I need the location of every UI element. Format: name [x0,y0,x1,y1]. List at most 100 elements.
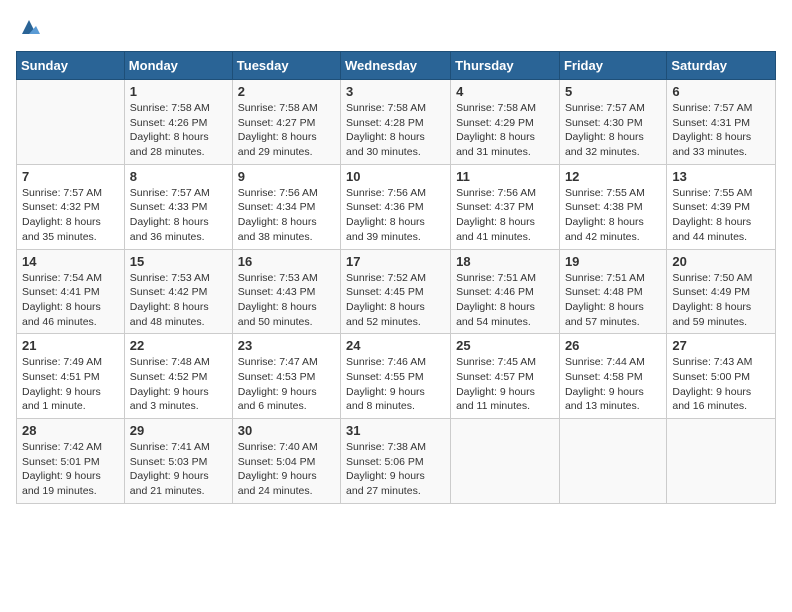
day-number: 2 [238,84,335,99]
calendar-cell: 7 Sunrise: 7:57 AM Sunset: 4:32 PM Daylig… [17,164,125,249]
day-detail: Sunrise: 7:51 AM Sunset: 4:46 PM Dayligh… [456,271,554,330]
calendar-cell: 21 Sunrise: 7:49 AM Sunset: 4:51 PM Dayli… [17,334,125,419]
header-cell-wednesday: Wednesday [341,52,451,80]
calendar-cell: 18 Sunrise: 7:51 AM Sunset: 4:46 PM Dayli… [451,249,560,334]
logo-icon [18,16,40,38]
day-detail: Sunrise: 7:57 AM Sunset: 4:32 PM Dayligh… [22,186,119,245]
day-number: 17 [346,254,445,269]
calendar-cell: 23 Sunrise: 7:47 AM Sunset: 4:53 PM Dayli… [232,334,340,419]
calendar-cell: 16 Sunrise: 7:53 AM Sunset: 4:43 PM Dayli… [232,249,340,334]
day-detail: Sunrise: 7:43 AM Sunset: 5:00 PM Dayligh… [672,355,770,414]
day-number: 15 [130,254,227,269]
day-number: 3 [346,84,445,99]
calendar-cell: 11 Sunrise: 7:56 AM Sunset: 4:37 PM Dayli… [451,164,560,249]
calendar-cell [17,80,125,165]
calendar-cell: 2 Sunrise: 7:58 AM Sunset: 4:27 PM Daylig… [232,80,340,165]
day-detail: Sunrise: 7:57 AM Sunset: 4:30 PM Dayligh… [565,101,661,160]
header-cell-sunday: Sunday [17,52,125,80]
calendar-cell [559,419,666,504]
calendar-cell: 22Sunrise: 7:48 AM Sunset: 4:52 PM Dayli… [124,334,232,419]
day-number: 4 [456,84,554,99]
calendar-cell: 5 Sunrise: 7:57 AM Sunset: 4:30 PM Daylig… [559,80,666,165]
day-number: 26 [565,338,661,353]
day-detail: Sunrise: 7:47 AM Sunset: 4:53 PM Dayligh… [238,355,335,414]
day-number: 23 [238,338,335,353]
day-detail: Sunrise: 7:50 AM Sunset: 4:49 PM Dayligh… [672,271,770,330]
calendar-cell: 25 Sunrise: 7:45 AM Sunset: 4:57 PM Dayli… [451,334,560,419]
day-number: 21 [22,338,119,353]
header-cell-saturday: Saturday [667,52,776,80]
day-detail: Sunrise: 7:53 AM Sunset: 4:43 PM Dayligh… [238,271,335,330]
calendar-cell: 15 Sunrise: 7:53 AM Sunset: 4:42 PM Dayli… [124,249,232,334]
calendar-cell [451,419,560,504]
day-number: 8 [130,169,227,184]
calendar-cell: 6Sunrise: 7:57 AM Sunset: 4:31 PM Daylig… [667,80,776,165]
calendar-cell: 29 Sunrise: 7:41 AM Sunset: 5:03 PM Dayli… [124,419,232,504]
day-number: 27 [672,338,770,353]
day-detail: Sunrise: 7:44 AM Sunset: 4:58 PM Dayligh… [565,355,661,414]
day-number: 29 [130,423,227,438]
logo-general [16,16,40,43]
calendar-cell: 13Sunrise: 7:55 AM Sunset: 4:39 PM Dayli… [667,164,776,249]
day-number: 22 [130,338,227,353]
day-number: 24 [346,338,445,353]
day-number: 31 [346,423,445,438]
day-detail: Sunrise: 7:56 AM Sunset: 4:34 PM Dayligh… [238,186,335,245]
day-number: 11 [456,169,554,184]
day-detail: Sunrise: 7:53 AM Sunset: 4:42 PM Dayligh… [130,271,227,330]
day-detail: Sunrise: 7:52 AM Sunset: 4:45 PM Dayligh… [346,271,445,330]
day-detail: Sunrise: 7:58 AM Sunset: 4:26 PM Dayligh… [130,101,227,160]
day-number: 20 [672,254,770,269]
day-number: 16 [238,254,335,269]
day-detail: Sunrise: 7:58 AM Sunset: 4:27 PM Dayligh… [238,101,335,160]
calendar-cell: 27 Sunrise: 7:43 AM Sunset: 5:00 PM Dayli… [667,334,776,419]
calendar-week-row: 14Sunrise: 7:54 AM Sunset: 4:41 PM Dayli… [17,249,776,334]
calendar-header-row: SundayMondayTuesdayWednesdayThursdayFrid… [17,52,776,80]
calendar-cell: 3Sunrise: 7:58 AM Sunset: 4:28 PM Daylig… [341,80,451,165]
calendar-cell: 19 Sunrise: 7:51 AM Sunset: 4:48 PM Dayli… [559,249,666,334]
day-number: 9 [238,169,335,184]
calendar-week-row: 28Sunrise: 7:42 AM Sunset: 5:01 PM Dayli… [17,419,776,504]
day-detail: Sunrise: 7:56 AM Sunset: 4:37 PM Dayligh… [456,186,554,245]
day-detail: Sunrise: 7:41 AM Sunset: 5:03 PM Dayligh… [130,440,227,499]
day-number: 5 [565,84,661,99]
calendar-cell: 9 Sunrise: 7:56 AM Sunset: 4:34 PM Daylig… [232,164,340,249]
calendar-cell: 28Sunrise: 7:42 AM Sunset: 5:01 PM Dayli… [17,419,125,504]
calendar-cell: 1 Sunrise: 7:58 AM Sunset: 4:26 PM Daylig… [124,80,232,165]
day-detail: Sunrise: 7:57 AM Sunset: 4:33 PM Dayligh… [130,186,227,245]
calendar-cell: 31 Sunrise: 7:38 AM Sunset: 5:06 PM Dayli… [341,419,451,504]
day-number: 30 [238,423,335,438]
calendar-week-row: 21 Sunrise: 7:49 AM Sunset: 4:51 PM Dayli… [17,334,776,419]
calendar-cell: 20 Sunrise: 7:50 AM Sunset: 4:49 PM Dayli… [667,249,776,334]
day-number: 18 [456,254,554,269]
logo [16,16,40,43]
day-detail: Sunrise: 7:51 AM Sunset: 4:48 PM Dayligh… [565,271,661,330]
day-detail: Sunrise: 7:55 AM Sunset: 4:38 PM Dayligh… [565,186,661,245]
day-number: 12 [565,169,661,184]
day-number: 14 [22,254,119,269]
day-detail: Sunrise: 7:57 AM Sunset: 4:31 PM Dayligh… [672,101,770,160]
calendar-table: SundayMondayTuesdayWednesdayThursdayFrid… [16,51,776,504]
day-number: 7 [22,169,119,184]
calendar-cell: 30Sunrise: 7:40 AM Sunset: 5:04 PM Dayli… [232,419,340,504]
calendar-cell: 24Sunrise: 7:46 AM Sunset: 4:55 PM Dayli… [341,334,451,419]
day-detail: Sunrise: 7:49 AM Sunset: 4:51 PM Dayligh… [22,355,119,414]
header-cell-monday: Monday [124,52,232,80]
day-number: 28 [22,423,119,438]
day-number: 1 [130,84,227,99]
calendar-week-row: 7 Sunrise: 7:57 AM Sunset: 4:32 PM Daylig… [17,164,776,249]
header-cell-friday: Friday [559,52,666,80]
day-detail: Sunrise: 7:56 AM Sunset: 4:36 PM Dayligh… [346,186,445,245]
header-cell-thursday: Thursday [451,52,560,80]
calendar-cell: 4 Sunrise: 7:58 AM Sunset: 4:29 PM Daylig… [451,80,560,165]
calendar-cell: 14Sunrise: 7:54 AM Sunset: 4:41 PM Dayli… [17,249,125,334]
calendar-cell: 12 Sunrise: 7:55 AM Sunset: 4:38 PM Dayli… [559,164,666,249]
day-detail: Sunrise: 7:45 AM Sunset: 4:57 PM Dayligh… [456,355,554,414]
day-detail: Sunrise: 7:58 AM Sunset: 4:29 PM Dayligh… [456,101,554,160]
day-number: 19 [565,254,661,269]
calendar-cell: 10 Sunrise: 7:56 AM Sunset: 4:36 PM Dayli… [341,164,451,249]
day-number: 10 [346,169,445,184]
day-number: 25 [456,338,554,353]
day-detail: Sunrise: 7:38 AM Sunset: 5:06 PM Dayligh… [346,440,445,499]
header-cell-tuesday: Tuesday [232,52,340,80]
